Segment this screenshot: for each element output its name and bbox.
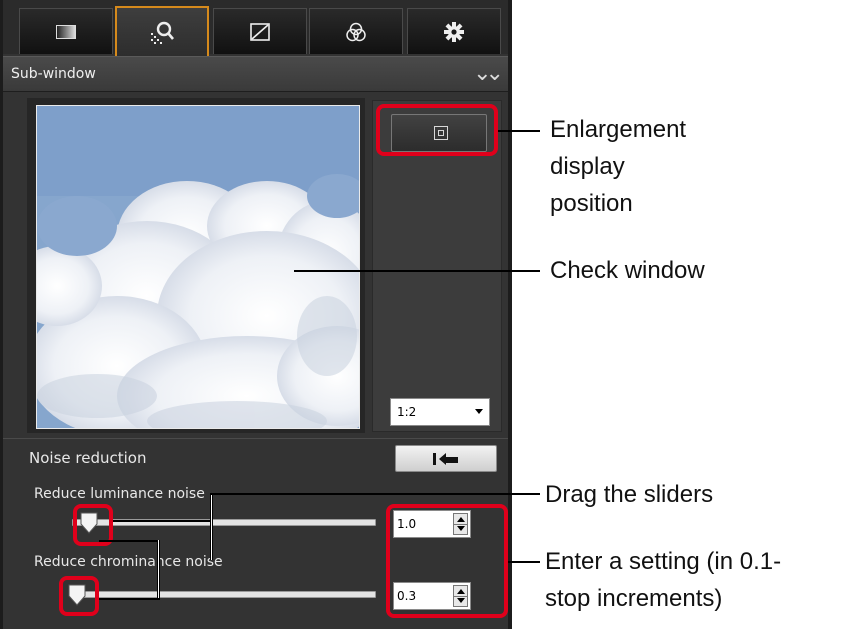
settings-gear-icon [444, 21, 464, 42]
annotation-enter-setting-line2: stop increments) [545, 585, 723, 612]
drag-leader-v2 [210, 494, 213, 560]
enlargement-leader-line [498, 130, 540, 132]
dropdown-arrow-icon [475, 409, 483, 414]
annotation-enter-setting-line1: Enter a setting (in 0.1- [545, 548, 782, 575]
check-window[interactable] [36, 105, 360, 429]
annotation-enlargement-line3: position [550, 190, 633, 217]
subwindow-header[interactable]: Sub-window ⌄⌄ [3, 56, 508, 92]
annotation-enter-setting: Enter a setting (in 0.1- stop increments… [545, 543, 781, 617]
cloud-preview-image [37, 106, 359, 428]
drag-leader-h3 [99, 598, 159, 600]
basic-image-adjustment-icon [56, 24, 76, 39]
noise-reduction-label: Noise reduction [29, 449, 147, 467]
zoom-ratio-value: 1:2 [397, 405, 417, 419]
drag-leader-main [210, 493, 540, 495]
drag-leader-v1 [157, 540, 160, 600]
value-fields-highlight [386, 504, 508, 618]
luminance-noise-label: Reduce luminance noise [34, 486, 205, 502]
reset-button[interactable] [395, 445, 497, 472]
annotation-enlargement-line1: Enlargement [550, 116, 687, 143]
reset-arrow-icon [433, 452, 458, 465]
drag-leader-h1 [113, 520, 213, 522]
chrominance-thumb-highlight [59, 576, 99, 616]
check-window-leader-line [294, 270, 540, 272]
tone-curve-icon [250, 22, 270, 41]
annotation-enlargement-line2: display [550, 153, 625, 180]
enlargement-highlight [376, 104, 498, 156]
annotation-drag-sliders: Drag the sliders [545, 481, 714, 508]
color-adjustment-icon [346, 22, 366, 41]
chrominance-slider-track[interactable] [72, 591, 376, 598]
tab-tone-curve[interactable] [213, 8, 307, 54]
tab-settings[interactable] [407, 8, 501, 54]
annotation-check-window: Check window [550, 257, 705, 284]
tab-basic-adjustment[interactable] [19, 8, 113, 54]
tab-noise-detail[interactable] [115, 6, 209, 56]
subwindow-label: Sub-window [11, 66, 96, 82]
annotation-enlargement: Enlargement display position [550, 111, 686, 222]
tool-palette-tabbar [3, 0, 508, 56]
tab-color-adjustment[interactable] [309, 8, 403, 54]
double-chevron-down-icon[interactable]: ⌄⌄ [473, 61, 504, 86]
drag-leader-h2 [99, 540, 159, 542]
chrominance-noise-label: Reduce chrominance noise [34, 554, 223, 570]
noise-detail-icon [151, 21, 174, 44]
enter-setting-leader-line [508, 561, 540, 563]
zoom-ratio-select[interactable]: 1:2 [390, 398, 490, 426]
